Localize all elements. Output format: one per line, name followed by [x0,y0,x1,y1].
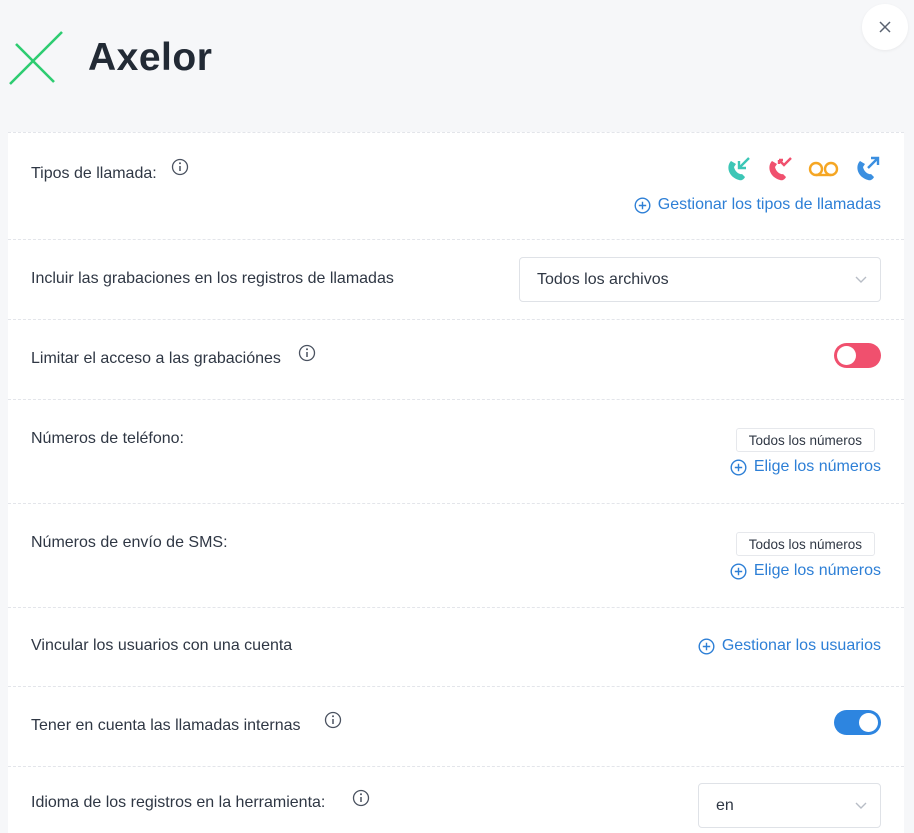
choose-phone-numbers-link[interactable]: Elige los números [730,458,881,476]
choose-sms-numbers-link[interactable]: Elige los números [730,562,881,580]
plus-circle-icon [698,637,715,655]
internal-calls-toggle[interactable] [834,710,881,735]
manage-users-label: Gestionar los usuarios [721,637,881,654]
recordings-label: Incluir las grabaciones en los registros… [31,270,394,287]
outgoing-call-icon [857,156,880,181]
internal-calls-row: Tener en cuenta las llamadas internas [8,687,904,767]
toggle-knob [837,346,856,365]
info-icon[interactable] [352,789,370,807]
recordings-select[interactable]: Todos los archivos [519,257,881,302]
call-type-icons [725,155,881,182]
choose-phone-numbers-label: Elige los números [753,458,881,475]
limit-access-label: Limitar el acceso a las grabaciónes [31,350,281,367]
axelor-logo [9,31,63,85]
toggle-knob [859,713,878,732]
sms-numbers-row: Números de envío de SMS: Todos los númer… [8,504,904,608]
chevron-down-icon [855,802,867,809]
sms-numbers-label: Números de envío de SMS: [31,534,228,551]
language-label: Idioma de los registros en la herramient… [31,794,326,811]
voicemail-icon [808,161,839,177]
recordings-select-value: Todos los archivos [537,270,669,288]
chevron-down-icon [855,276,867,283]
limit-access-toggle[interactable] [834,343,881,368]
incoming-call-icon [728,157,750,181]
recordings-row: Incluir las grabaciones en los registros… [8,240,904,320]
info-icon[interactable] [171,158,189,176]
manage-call-types-label: Gestionar los tipos de llamadas [657,196,881,213]
call-types-row: Tipos de llamada: Gestionar los tipos de… [8,133,904,240]
plus-circle-icon [634,196,651,214]
link-users-label: Vincular los usuarios con una cuenta [31,637,293,654]
header: Axelor [0,0,914,132]
call-types-label: Tipos de llamada: [31,165,157,182]
language-select[interactable]: en [698,783,881,828]
manage-call-types-link[interactable]: Gestionar los tipos de llamadas [634,196,881,214]
limit-access-row: Limitar el acceso a las grabaciónes [8,320,904,400]
info-icon[interactable] [324,711,342,729]
info-icon[interactable] [298,344,316,362]
phone-numbers-row: Números de teléfono: Todos los números E… [8,400,904,504]
close-icon [879,21,891,33]
phone-numbers-chip: Todos los números [735,428,875,452]
plus-circle-icon [730,562,747,580]
brand-name: Axelor [88,36,213,79]
internal-calls-label: Tener en cuenta las llamadas internas [31,717,301,734]
missed-call-icon [769,157,792,181]
manage-users-link[interactable]: Gestionar los usuarios [698,637,881,655]
plus-circle-icon [730,458,747,476]
close-button[interactable] [862,4,908,50]
language-row: Idioma de los registros en la herramient… [8,767,904,833]
choose-sms-numbers-label: Elige los números [753,562,881,579]
language-select-value: en [716,796,734,814]
sms-numbers-chip: Todos los números [735,532,875,556]
link-users-row: Vincular los usuarios con una cuenta Ges… [8,608,904,687]
settings-panel: Tipos de llamada: Gestionar los tipos de… [8,132,904,833]
phone-numbers-label: Números de teléfono: [31,430,184,447]
